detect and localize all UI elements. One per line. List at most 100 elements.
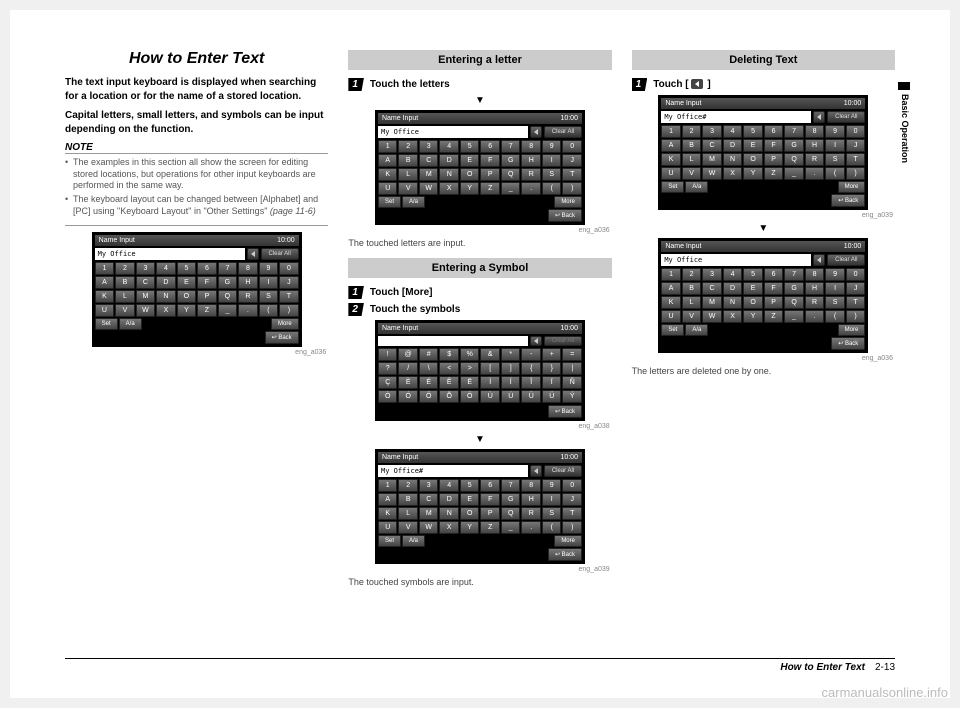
input-field: My Office (95, 248, 245, 260)
figure-caption: eng_a036 (65, 349, 326, 356)
keyboard-key: } (542, 362, 562, 375)
keyboard-key: X (439, 521, 459, 534)
keyboard-key: 9 (259, 262, 279, 275)
key-row-k: KLMNOPQRST (661, 296, 865, 309)
step-1-touch-back: 1 Touch [ ] (632, 78, 895, 91)
keyboard-key: S (542, 507, 562, 520)
keyboard-key: R (805, 153, 825, 166)
keyboard-key: E (177, 276, 197, 289)
keyboard-key: - (521, 348, 541, 361)
keyboard-key: Q (784, 296, 804, 309)
keyboard-key: 2 (682, 125, 702, 138)
keyboard-key: G (218, 276, 238, 289)
keyboard-key: N (723, 153, 743, 166)
keyboard-key: 5 (743, 268, 763, 281)
keyboard-key: M (702, 153, 722, 166)
keyboard-key: B (682, 139, 702, 152)
keyboard-key: 9 (542, 479, 562, 492)
keyboard-key: B (398, 493, 418, 506)
keyboard-key: Q (784, 153, 804, 166)
keyboard-key: G (784, 282, 804, 295)
keyboard-key: D (723, 139, 743, 152)
keyboard-key: 3 (136, 262, 156, 275)
keyboard-key: Z (480, 182, 500, 195)
note-item: The examples in this section all show th… (65, 157, 328, 192)
keyboard-key: O (460, 507, 480, 520)
keyboard-key: W (136, 304, 156, 317)
keyboard-key: L (682, 296, 702, 309)
keyboard-key: Ë (460, 376, 480, 389)
keyboard-key: ] (501, 362, 521, 375)
keyboard-key: J (846, 139, 866, 152)
keyboard-key: Y (460, 182, 480, 195)
keyboard-key: T (846, 153, 866, 166)
keyboard-key: P (197, 290, 217, 303)
keyboard-key: X (439, 182, 459, 195)
keyboard-key: 0 (562, 140, 582, 153)
keyboard-key: W (419, 521, 439, 534)
keyboard-key: Ó (398, 390, 418, 403)
keyboard-key: I (259, 276, 279, 289)
note-item: The keyboard layout can be changed betwe… (65, 194, 328, 217)
intro-paragraph-1: The text input keyboard is displayed whe… (65, 76, 328, 103)
keyboard-key: [ (480, 362, 500, 375)
keyboard-key: S (825, 153, 845, 166)
keyboard-key: Î (521, 376, 541, 389)
keyboard-key: É (419, 376, 439, 389)
keyboard-key: P (764, 296, 784, 309)
keyboard-key: M (136, 290, 156, 303)
keyboard-key: + (542, 348, 562, 361)
keyboard-key: K (661, 296, 681, 309)
keyboard-key: { (521, 362, 541, 375)
keyboard-key: X (723, 167, 743, 180)
keyboard-key: ) (846, 167, 866, 180)
keyboard-key: A (661, 139, 681, 152)
keyboard-key: 8 (521, 140, 541, 153)
keyboard-key: E (460, 493, 480, 506)
keyboard-key: G (501, 493, 521, 506)
keyboard-key: Y (743, 310, 763, 323)
keyboard-key: / (398, 362, 418, 375)
keyboard-key: . (521, 182, 541, 195)
keyboard-key: È (398, 376, 418, 389)
keyboard-key: Z (480, 521, 500, 534)
keyboard-key: Ù (480, 390, 500, 403)
key-row-k: KLMNOPQRST (95, 290, 299, 303)
key-row-u: UVWXYZ_.() (661, 310, 865, 323)
keyboard-key: ) (846, 310, 866, 323)
keyboard-key: T (562, 168, 582, 181)
key-row-sym1: !@#$%&*-+= (378, 348, 582, 361)
keyboard-key: 5 (460, 479, 480, 492)
keyboard-key: N (723, 296, 743, 309)
keyboard-key: P (480, 507, 500, 520)
keyboard-key: X (156, 304, 176, 317)
keyboard-key: Q (501, 507, 521, 520)
keyboard-key: Ò (378, 390, 398, 403)
keyboard-key: E (743, 282, 763, 295)
keyboard-key: T (846, 296, 866, 309)
key-row-a: ABCDEFGHIJ (661, 282, 865, 295)
keyboard-key: . (805, 167, 825, 180)
keyboard-screenshot-after-symbol: Name Input10:00 My Office# Clear All 123… (375, 449, 585, 564)
keyboard-key: K (378, 168, 398, 181)
step-1-touch-more: 1Touch [More] (348, 286, 611, 299)
keyboard-key: ) (562, 182, 582, 195)
keyboard-key: F (480, 154, 500, 167)
keyboard-key: 8 (805, 268, 825, 281)
keyboard-key: U (661, 310, 681, 323)
keyboard-key: Ì (480, 376, 500, 389)
keyboard-key: V (115, 304, 135, 317)
subheading-entering-symbol: Entering a Symbol (348, 258, 611, 278)
keyboard-key: ? (378, 362, 398, 375)
keyboard-key: U (95, 304, 115, 317)
keyboard-key: Ï (542, 376, 562, 389)
key-row-a: ABCDEFGHIJ (378, 493, 582, 506)
keyboard-key: V (682, 310, 702, 323)
flow-arrow-icon: ▼ (348, 434, 611, 445)
keyboard-key: W (419, 182, 439, 195)
key-row-a: ABCDEFGHIJ (378, 154, 582, 167)
key-row-sym4: ÒÓÔÕÖÙÚÛÜÝ (378, 390, 582, 403)
keyboard-key: W (702, 310, 722, 323)
key-row-num: 1234567890 (378, 140, 582, 153)
keyboard-key: 1 (378, 479, 398, 492)
